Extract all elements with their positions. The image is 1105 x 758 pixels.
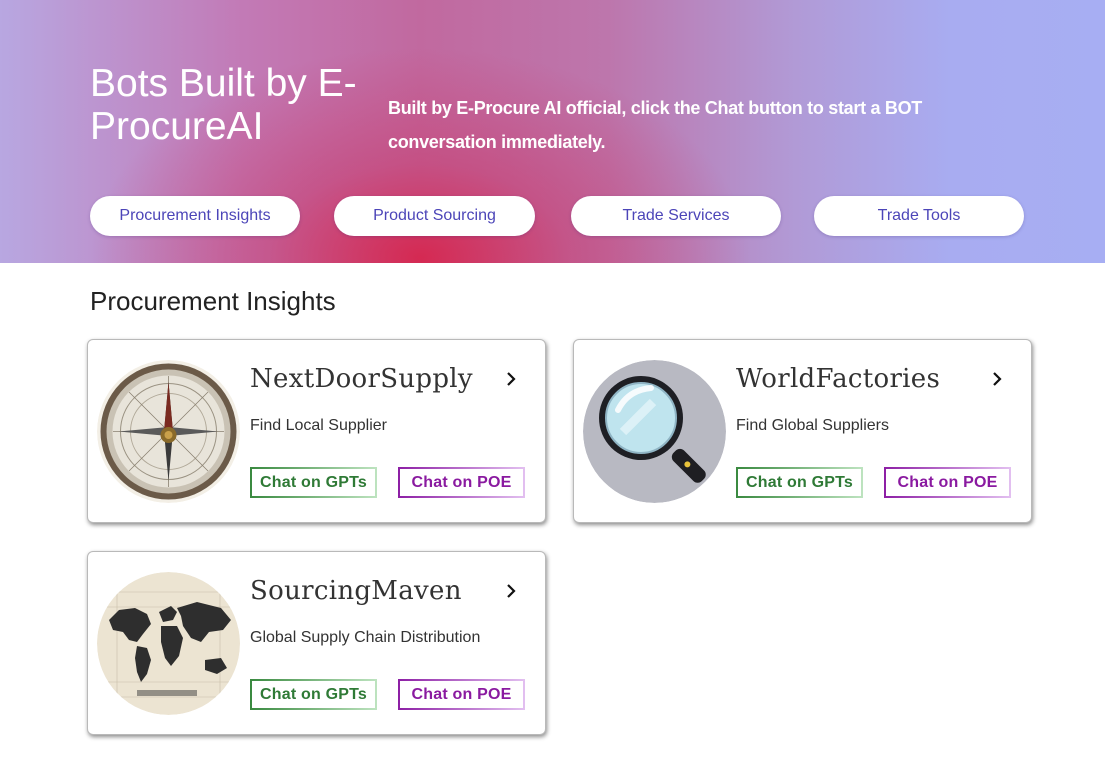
bot-card-nextdoorsupply[interactable]: NextDoorSupply Find Local Supplier Chat … [87,339,546,523]
bot-card-sourcingmaven[interactable]: SourcingMaven Global Supply Chain Distri… [87,551,546,735]
magnifier-icon [583,360,726,503]
chat-on-gpts-button[interactable]: Chat on GPTs [250,679,377,710]
chat-on-gpts-button[interactable]: Chat on GPTs [250,467,377,498]
chat-on-poe-button[interactable]: Chat on POE [884,467,1011,498]
category-tab-trade-tools[interactable]: Trade Tools [814,196,1024,236]
chevron-right-icon[interactable] [504,584,518,598]
hero-banner: Bots Built by E-ProcureAI Built by E-Pro… [0,0,1105,263]
category-tab-trade-services[interactable]: Trade Services [571,196,781,236]
compass-icon [97,360,240,503]
bot-description: Find Local Supplier [250,417,387,434]
chevron-right-icon[interactable] [990,372,1004,386]
world-map-icon [97,572,240,715]
hero-description: Built by E-Procure AI official, click th… [388,98,922,152]
bot-name: SourcingMaven [250,576,462,606]
bot-description: Global Supply Chain Distribution [250,629,481,646]
hero-title: Bots Built by E-ProcureAI [90,62,357,148]
bot-card-worldfactories[interactable]: WorldFactories Find Global Suppliers Cha… [573,339,1032,523]
chat-on-poe-button[interactable]: Chat on POE [398,467,525,498]
bot-name: WorldFactories [736,364,941,394]
chevron-right-icon[interactable] [504,372,518,386]
bot-name: NextDoorSupply [250,364,473,394]
section-title: Procurement Insights [90,286,336,316]
chat-on-gpts-button[interactable]: Chat on GPTs [736,467,863,498]
category-tab-product-sourcing[interactable]: Product Sourcing [334,196,535,236]
category-tab-procurement-insights[interactable]: Procurement Insights [90,196,300,236]
bot-description: Find Global Suppliers [736,417,889,434]
chat-on-poe-button[interactable]: Chat on POE [398,679,525,710]
